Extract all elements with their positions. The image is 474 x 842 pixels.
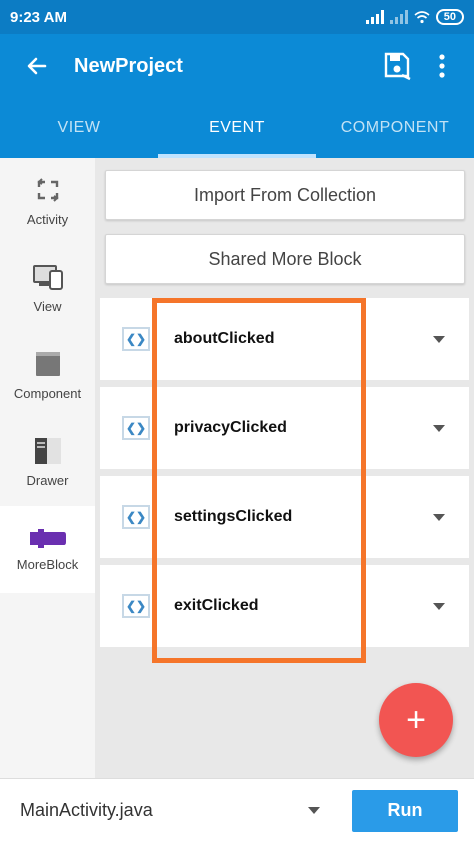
arrow-left-icon: [27, 57, 47, 75]
code-brace-icon: ❮❯: [122, 416, 150, 440]
event-row[interactable]: ❮❯ exitClicked: [100, 565, 469, 647]
save-icon: [384, 52, 411, 81]
status-bar: 9:23 AM 50: [0, 0, 474, 34]
app-bar: NewProject: [0, 34, 474, 98]
tab-event[interactable]: EVENT: [158, 98, 316, 158]
tab-bar: VIEW EVENT COMPONENT: [0, 98, 474, 158]
chevron-down-icon: [433, 513, 445, 521]
add-fab-button[interactable]: +: [379, 683, 453, 757]
page-title: NewProject: [74, 54, 183, 77]
event-row[interactable]: ❮❯ settingsClicked: [100, 476, 469, 558]
back-button[interactable]: [0, 34, 74, 98]
code-brace-icon: ❮❯: [122, 505, 150, 529]
event-name: settingsClicked: [174, 508, 293, 525]
sidebar-item-label: View: [33, 299, 62, 314]
more-options-button[interactable]: [420, 34, 464, 98]
chevron-down-icon: [433, 424, 445, 432]
expand-button[interactable]: [409, 424, 469, 432]
save-button[interactable]: [376, 34, 420, 98]
sidebar-item-label: Component: [13, 386, 82, 401]
tab-view[interactable]: VIEW: [0, 98, 158, 158]
event-name: exitClicked: [174, 597, 259, 614]
sidebar-item-view[interactable]: View: [0, 245, 95, 332]
sidebar-item-drawer[interactable]: Drawer: [0, 419, 95, 506]
sidebar: Activity View Component Drawer MoreBlock: [0, 158, 105, 778]
run-button[interactable]: Run: [352, 789, 458, 832]
wifi-icon: [414, 11, 430, 24]
code-brace-icon: ❮❯: [122, 594, 150, 618]
bottom-bar: MainActivity.java Run: [0, 778, 474, 842]
chevron-down-icon: [433, 602, 445, 610]
sidebar-item-activity[interactable]: Activity: [0, 158, 95, 245]
cell-signal-2-icon: [389, 10, 408, 24]
activity-icon: [36, 178, 59, 202]
expand-button[interactable]: [409, 335, 469, 343]
sidebar-item-label: Drawer: [26, 473, 69, 488]
shared-more-block-button[interactable]: Shared More Block: [105, 234, 465, 284]
sidebar-item-label: MoreBlock: [16, 557, 79, 572]
sidebar-item-component[interactable]: Component: [0, 332, 95, 419]
event-row[interactable]: ❮❯ aboutClicked: [100, 298, 469, 380]
expand-button[interactable]: [409, 513, 469, 521]
battery-badge: 50: [435, 9, 464, 25]
chevron-down-icon: [433, 335, 445, 343]
more-vert-icon: [439, 54, 445, 78]
status-icons: 50: [365, 9, 464, 25]
status-time: 9:23 AM: [10, 8, 67, 26]
tab-component[interactable]: COMPONENT: [316, 98, 474, 158]
file-selector[interactable]: MainActivity.java: [20, 800, 308, 821]
sidebar-item-moreblock[interactable]: MoreBlock: [0, 506, 105, 593]
sidebar-item-label: Activity: [26, 212, 69, 227]
cell-signal-icon: [365, 10, 384, 24]
chevron-down-icon[interactable]: [308, 807, 320, 814]
view-icon: [32, 265, 63, 290]
component-icon: [35, 352, 60, 376]
import-from-collection-button[interactable]: Import From Collection: [105, 170, 465, 220]
event-name: aboutClicked: [174, 330, 275, 347]
moreblock-icon: [29, 529, 66, 548]
expand-button[interactable]: [409, 602, 469, 610]
event-row[interactable]: ❮❯ privacyClicked: [100, 387, 469, 469]
event-name: privacyClicked: [174, 419, 287, 436]
drawer-icon: [34, 438, 61, 464]
code-brace-icon: ❮❯: [122, 327, 150, 351]
